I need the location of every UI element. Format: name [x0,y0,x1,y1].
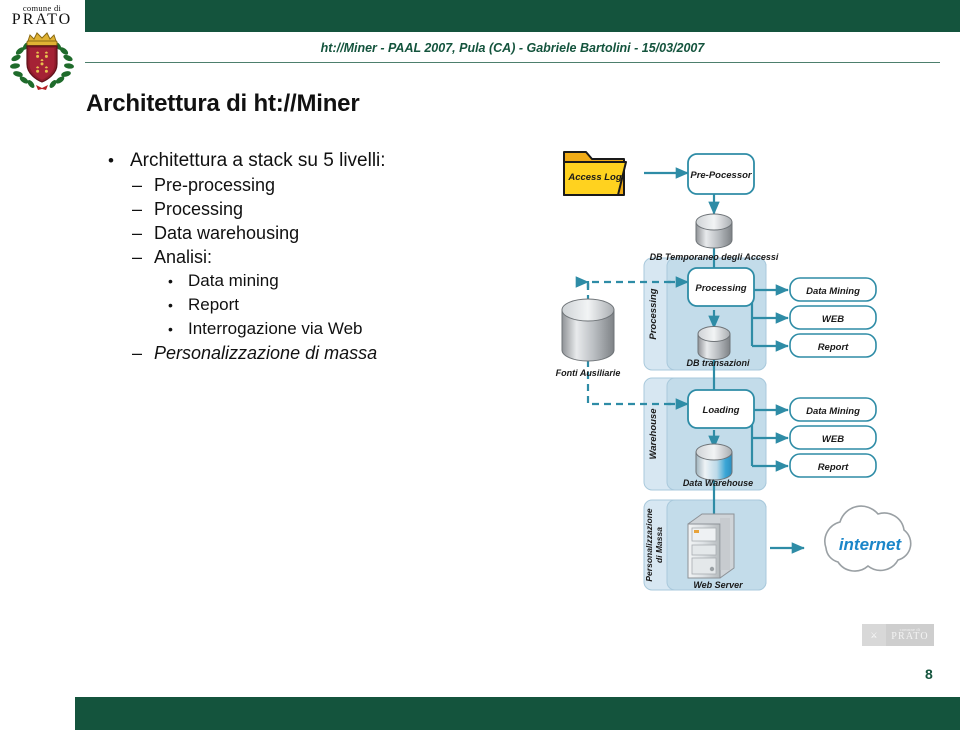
bullet-item: – Processing [86,197,526,221]
comune-di-prato-logo: comune di PRATO [6,4,78,96]
personalizzazione-band-label-2: di Massa [654,527,664,563]
output-box: Data Mining [789,397,877,422]
fonti-ausiliarie-label: Fonti Ausiliarie [556,368,621,378]
bullet-item: • Interrogazione via Web [86,317,526,341]
loading-node: Loading [687,389,755,429]
internet-cloud-icon: internet [824,505,912,572]
header-subtitle: ht://Miner - PAAL 2007, Pula (CA) - Gabr… [320,41,705,55]
bullet-item: • Report [86,293,526,317]
bullet-marker: • [168,297,173,313]
bullet-item: – Pre-processing [86,173,526,197]
header-divider [85,62,940,63]
processing-node: Processing [687,267,755,307]
loading-box-label: Loading [703,405,740,416]
footer-logo-line2: PRATO [891,631,929,643]
access-log-label: Access Log [567,172,622,183]
bullet-marker: • [108,151,114,170]
bullet-item: • Architettura a stack su 5 livelli: [86,148,526,173]
footer-logo-wordmark: comune di PRATO [886,624,934,646]
page-number: 8 [925,666,933,682]
output-box: Report [789,453,877,478]
output-label: Data Mining [806,286,860,297]
bullet-marker: – [132,223,143,243]
footer-logo-crest-icon: ⚔ [870,630,878,640]
output-label: Report [818,462,849,473]
db-temporaneo-cylinder [695,213,733,249]
output-label: Report [818,342,849,353]
logo-line-prato: PRATO [11,10,73,28]
pre-processor-node: Pre-Pocessor [687,153,755,195]
page-title: Architettura di ht://Miner [86,90,360,117]
header-bar [85,0,960,32]
db-temporaneo-label: DB Temporaneo degli Accessi [650,252,779,262]
bullet-text: Report [188,295,240,314]
access-log-folder-icon: Access Log [563,151,627,196]
processing-band-label: Processing [648,288,659,339]
web-server-icon [687,513,735,579]
output-label: WEB [822,314,844,325]
bullet-text: Architettura a stack su 5 livelli: [130,150,386,171]
output-box: WEB [789,425,877,450]
bullet-marker: • [168,321,173,337]
personalizzazione-band-label-1: Personalizzazione [644,508,654,581]
bullet-marker: – [132,175,143,195]
output-label: WEB [822,434,844,445]
db-transazioni-cylinder [697,326,731,360]
bullet-text: Data warehousing [154,223,300,243]
slide: ht://Miner - PAAL 2007, Pula (CA) - Gabr… [0,0,960,730]
bullet-text: Data mining [188,271,279,290]
pre-processor-label: Pre-Pocessor [690,170,753,181]
outputs-bottom: Data Mining WEB Report [789,397,877,478]
web-server-label: Web Server [693,580,743,590]
logo-wordmark: comune di PRATO [6,4,78,28]
coat-of-arms-icon [6,29,78,96]
outputs-top: Data Mining WEB Report [789,277,877,358]
bullet-text: Personalizzazione di massa [154,343,378,363]
output-box: WEB [789,305,877,330]
bullet-item: – Analisi: [86,245,526,269]
bullet-marker: – [132,199,143,219]
processing-box-label: Processing [695,283,746,294]
bullet-text: Processing [154,199,244,219]
db-transazioni-label: DB transazioni [686,358,750,368]
bullet-item: – Personalizzazione di massa [86,341,526,365]
bullet-marker: • [168,273,173,289]
fonti-ausiliarie-cylinder [561,298,615,362]
bullet-text: Analisi: [154,247,213,267]
bullet-text: Interrogazione via Web [188,319,363,338]
footer-logo: ⚔ comune di PRATO [862,624,934,646]
footer-bar [75,697,960,730]
internet-label: internet [839,535,903,554]
output-label: Data Mining [806,406,860,417]
bullet-text: Pre-processing [154,175,276,195]
bullet-marker: – [132,247,143,267]
data-warehouse-cylinder [695,443,733,481]
output-box: Data Mining [789,277,877,302]
architecture-diagram: Access Log Pre-Pocessor DB Temporaneo de… [548,138,960,598]
data-warehouse-label: Data Warehouse [683,478,753,488]
output-box: Report [789,333,877,358]
bullet-list: • Architettura a stack su 5 livelli: – Pre-… [86,148,526,365]
bullet-item: – Data warehousing [86,221,526,245]
bullet-item: • Data mining [86,269,526,293]
warehouse-band-label: Warehouse [648,408,659,460]
bullet-marker: – [132,343,143,363]
